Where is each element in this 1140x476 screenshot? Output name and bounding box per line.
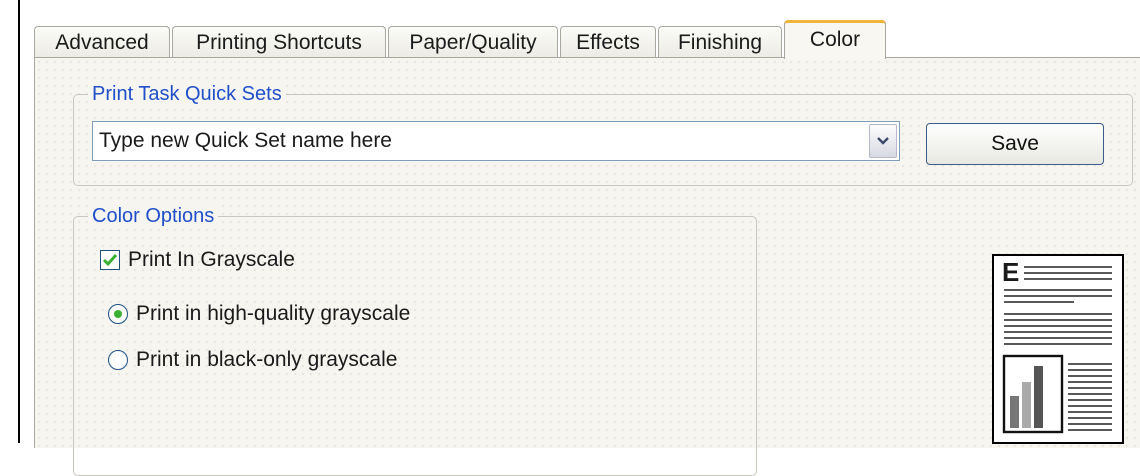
tab-paper-quality[interactable]: Paper/Quality (388, 26, 558, 58)
print-in-grayscale-checkbox[interactable] (100, 250, 120, 270)
check-icon (102, 254, 118, 267)
dropdown-button[interactable] (869, 124, 897, 158)
tab-color[interactable]: Color (784, 20, 886, 59)
print-in-grayscale-option[interactable]: Print In Grayscale (100, 247, 295, 273)
tab-finishing[interactable]: Finishing (658, 26, 782, 58)
save-button[interactable]: Save (926, 123, 1104, 165)
high-quality-grayscale-radio[interactable] (108, 304, 128, 324)
page-preview-image: E (992, 254, 1124, 444)
color-options-legend: Color Options (88, 203, 219, 229)
high-quality-grayscale-option[interactable]: Print in high-quality grayscale (108, 301, 410, 327)
tab-advanced[interactable]: Advanced (34, 26, 170, 58)
black-only-grayscale-option[interactable]: Print in black-only grayscale (108, 347, 397, 373)
printer-properties-window: Advanced Printing Shortcuts Paper/Qualit… (18, 0, 1140, 476)
chevron-down-icon (877, 137, 889, 145)
preview-glyph: E (1002, 257, 1020, 287)
quick-set-name-input[interactable]: Type new Quick Set name here (99, 122, 392, 160)
quick-sets-legend: Print Task Quick Sets (88, 81, 286, 107)
color-options-group: Color Options Print In Grayscale Print i… (73, 203, 757, 476)
high-quality-grayscale-label: Print in high-quality grayscale (136, 302, 411, 325)
tab-printing-shortcuts[interactable]: Printing Shortcuts (172, 26, 386, 58)
black-only-grayscale-label: Print in black-only grayscale (136, 348, 398, 371)
black-only-grayscale-radio[interactable] (108, 350, 128, 370)
tab-effects[interactable]: Effects (560, 26, 656, 58)
quick-set-name-combobox[interactable]: Type new Quick Set name here (92, 121, 900, 161)
print-in-grayscale-label: Print In Grayscale (128, 248, 295, 271)
quick-sets-group: Print Task Quick Sets Type new Quick Set… (73, 81, 1133, 186)
tab-strip: Advanced Printing Shortcuts Paper/Qualit… (34, 20, 1134, 59)
color-tab-panel: Print Task Quick Sets Type new Quick Set… (34, 57, 1140, 476)
